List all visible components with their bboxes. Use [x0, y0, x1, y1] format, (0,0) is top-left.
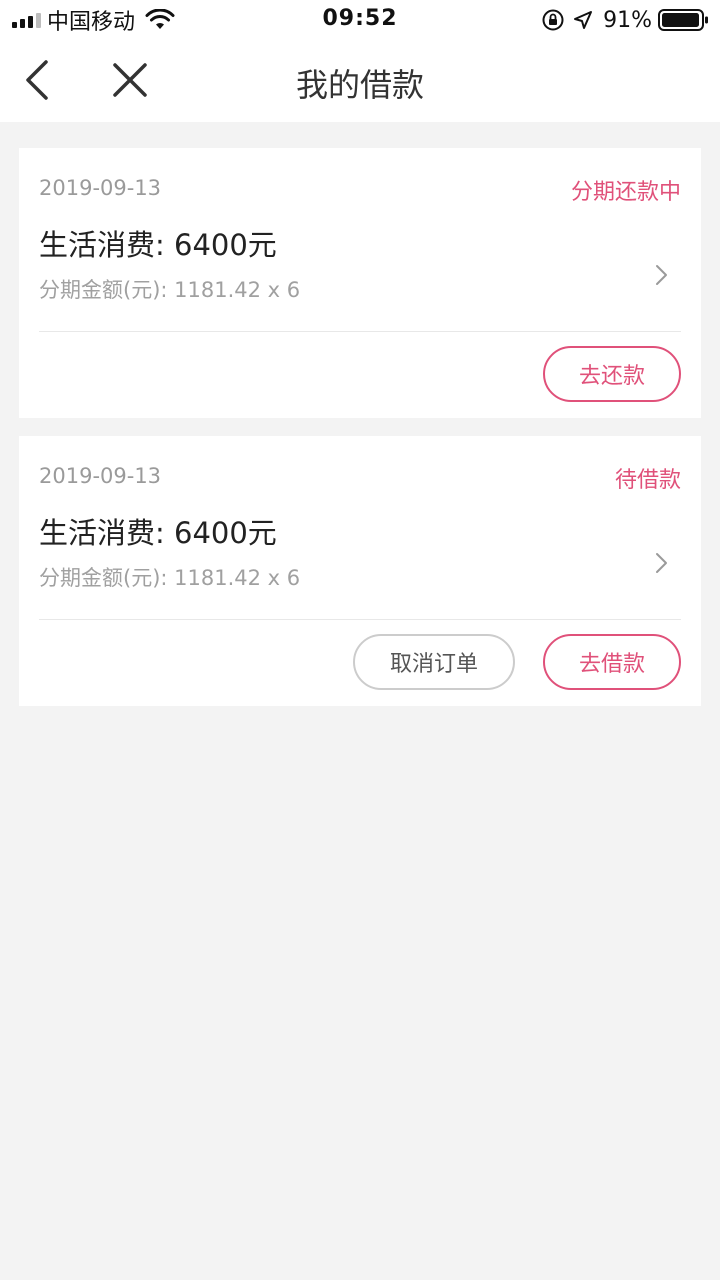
rotation-lock-icon — [542, 9, 564, 31]
battery-percent: 91% — [603, 7, 652, 33]
loan-date: 2019-09-13 — [39, 176, 162, 200]
loan-installment: 分期金额(元): 1181.42 x 6 — [39, 278, 301, 302]
card-divider — [39, 331, 681, 332]
chevron-right-icon[interactable] — [653, 548, 671, 578]
page-title: 我的借款 — [295, 66, 424, 104]
loan-status: 分期还款中 — [570, 180, 681, 205]
status-right: 91% — [541, 6, 710, 34]
loan-card[interactable]: 2019-09-13 分期还款中 生活消费: 6400元 分期金额(元): 11… — [19, 148, 701, 418]
nav-bar: 我的借款 — [0, 40, 720, 122]
battery-icon — [658, 9, 708, 31]
status-bar: 中国移动 09:52 91% — [0, 0, 720, 40]
location-arrow-icon — [574, 11, 593, 29]
loan-title: 生活消费: 6400元 — [39, 516, 277, 550]
borrow-button[interactable]: 去借款 — [543, 634, 681, 690]
loan-title: 生活消费: 6400元 — [39, 228, 277, 262]
repay-button[interactable]: 去还款 — [543, 346, 681, 402]
loan-status: 待借款 — [614, 468, 681, 493]
chevron-right-icon[interactable] — [653, 260, 671, 290]
card-divider — [39, 619, 681, 620]
loan-installment: 分期金额(元): 1181.42 x 6 — [39, 566, 301, 590]
cancel-order-button[interactable]: 取消订单 — [353, 634, 515, 690]
loan-card[interactable]: 2019-09-13 待借款 生活消费: 6400元 分期金额(元): 1181… — [19, 436, 701, 706]
loan-date: 2019-09-13 — [39, 464, 162, 488]
